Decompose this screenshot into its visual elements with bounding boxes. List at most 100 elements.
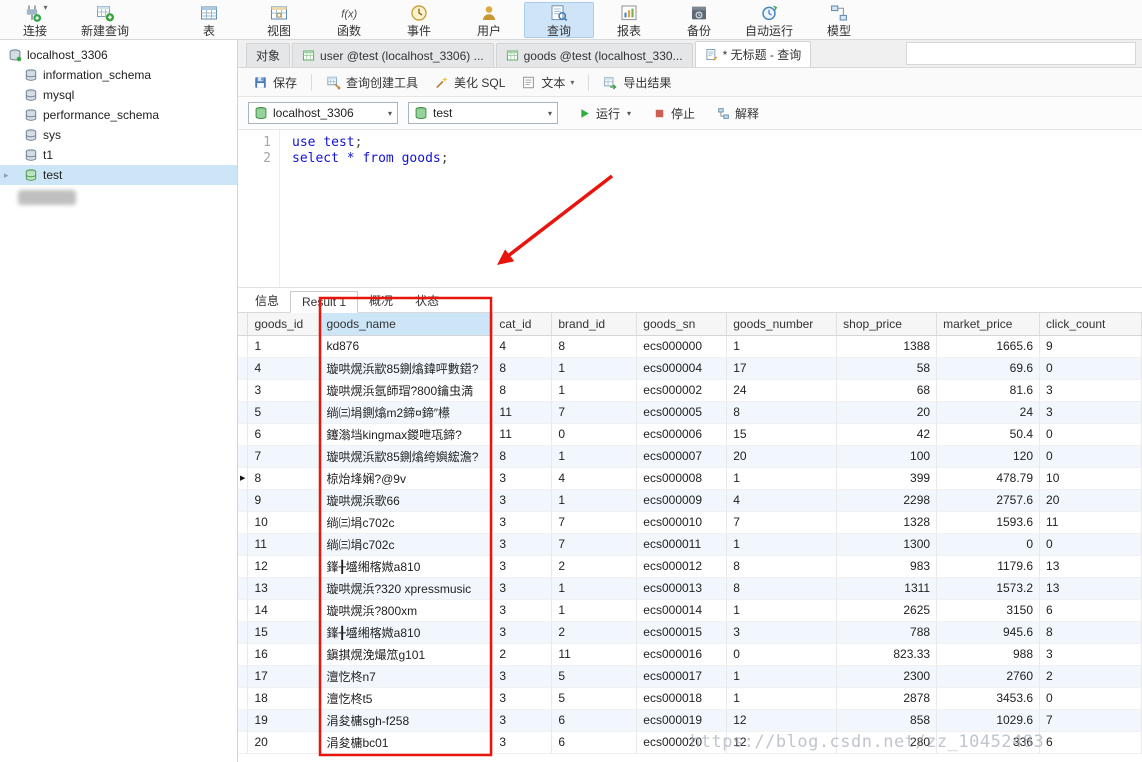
cell-goods_sn[interactable]: ecs000020 [636,731,728,754]
cell-market_price[interactable]: 988 [936,643,1041,666]
column-header-cat_id[interactable]: cat_id [492,313,553,336]
result-tab-profile[interactable]: 概况 [358,289,404,312]
cell-click_count[interactable]: 6 [1039,731,1142,754]
column-header-goods_number[interactable]: goods_number [726,313,838,336]
cell-cat_id[interactable]: 3 [492,665,553,688]
cell-goods_number[interactable]: 1 [726,467,838,490]
cell-cat_id[interactable]: 3 [492,621,553,644]
cell-goods_name[interactable]: 澶忔柊t5 [319,687,494,710]
cell-goods_name[interactable]: 璇哄熀浜歂85鍘熻绔嬩綋澹? [319,445,494,468]
cell-goods_id[interactable]: 12 [247,555,321,578]
result-tab-info[interactable]: 信息 [244,289,290,312]
cell-shop_price[interactable]: 823.33 [836,643,938,666]
toolbar-button-backup[interactable]: 备份 [664,2,734,38]
cell-goods_name[interactable]: 璇哄熀浜?800xm [319,599,494,622]
sql-editor[interactable]: 12 use test; select * from goods; [238,130,1142,288]
cell-shop_price[interactable]: 983 [836,555,938,578]
cell-market_price[interactable]: 2757.6 [936,489,1041,512]
toolbar-button-event[interactable]: 事件 [384,2,454,38]
cell-brand_id[interactable]: 5 [551,687,638,710]
cell-goods_number[interactable]: 15 [726,423,838,446]
cell-goods_id[interactable]: 9 [247,489,321,512]
cell-shop_price[interactable]: 280 [836,731,938,754]
cell-cat_id[interactable]: 3 [492,555,553,578]
cell-brand_id[interactable]: 2 [551,621,638,644]
cell-click_count[interactable]: 7 [1039,709,1142,732]
cell-goods_id[interactable]: 14 [247,599,321,622]
cell-goods_sn[interactable]: ecs000013 [636,577,728,600]
column-header-shop_price[interactable]: shop_price [836,313,938,336]
cell-goods_id[interactable]: 20 [247,731,321,754]
tree-item-performance-schema[interactable]: performance_schema [0,105,237,125]
toolbar-button-function[interactable]: f(x) 函数 [314,2,384,38]
cell-shop_price[interactable]: 2298 [836,489,938,512]
cell-market_price[interactable]: 0 [936,533,1041,556]
cell-shop_price[interactable]: 2878 [836,687,938,710]
cell-goods_name[interactable]: 鑳滃垱kingmax鍐呭瓨鍗? [319,423,494,446]
cell-brand_id[interactable]: 6 [551,731,638,754]
stop-button[interactable]: 停止 [647,102,701,125]
toolbar-button-model[interactable]: 模型 [804,2,874,38]
cell-goods_id[interactable]: 6 [247,423,321,446]
cell-cat_id[interactable]: 3 [492,511,553,534]
cell-market_price[interactable]: 120 [936,445,1041,468]
cell-brand_id[interactable]: 1 [551,489,638,512]
cell-goods_id[interactable]: 10 [247,511,321,534]
toolbar-button-automation[interactable]: 自动运行 [734,2,804,38]
cell-goods_number[interactable]: 1 [726,335,838,358]
cell-goods_number[interactable]: 1 [726,665,838,688]
cell-shop_price[interactable]: 42 [836,423,938,446]
cell-goods_id[interactable]: 4 [247,357,321,380]
cell-goods_name[interactable]: 澶忔柊n7 [319,665,494,688]
cell-click_count[interactable]: 3 [1039,379,1142,402]
cell-cat_id[interactable]: 3 [492,467,553,490]
cell-cat_id[interactable]: 3 [492,599,553,622]
beautify-sql-button[interactable]: 美化 SQL [427,71,512,94]
cell-goods_id[interactable]: 7 [247,445,321,468]
cell-click_count[interactable]: 0 [1039,423,1142,446]
cell-goods_number[interactable]: 20 [726,445,838,468]
cell-goods_number[interactable]: 8 [726,555,838,578]
cell-goods_number[interactable]: 4 [726,489,838,512]
expand-chevron-icon[interactable]: ▸ [4,170,9,181]
document-tab-table-user[interactable]: user @test (localhost_3306) ... [292,43,494,67]
cell-shop_price[interactable]: 399 [836,467,938,490]
run-button[interactable]: 运行 ▾ [572,102,637,125]
cell-brand_id[interactable]: 1 [551,599,638,622]
cell-brand_id[interactable]: 8 [551,335,638,358]
cell-goods_name[interactable]: 绱㈢埍c702c [319,533,494,556]
cell-goods_id[interactable]: 15 [247,621,321,644]
export-result-button[interactable]: 导出结果 [596,71,678,94]
cell-brand_id[interactable]: 7 [551,511,638,534]
column-header-goods_name[interactable]: goods_name [319,313,494,336]
cell-goods_name[interactable]: 椋炲埄娴?@9v [319,467,494,490]
cell-goods_sn[interactable]: ecs000009 [636,489,728,512]
toolbar-button-view[interactable]: 视图 [244,2,314,38]
cell-goods_id[interactable]: 5 [247,401,321,424]
cell-goods_id[interactable]: 18 [247,687,321,710]
cell-shop_price[interactable]: 58 [836,357,938,380]
cell-goods_number[interactable]: 0 [726,643,838,666]
cell-goods_id[interactable]: 1 [247,335,321,358]
cell-goods_sn[interactable]: ecs000018 [636,687,728,710]
cell-goods_number[interactable]: 12 [726,731,838,754]
document-tab-table-goods[interactable]: goods @test (localhost_330... [495,43,693,67]
cell-brand_id[interactable]: 1 [551,445,638,468]
cell-goods_sn[interactable]: ecs000017 [636,665,728,688]
cell-cat_id[interactable]: 11 [492,401,553,424]
cell-goods_id[interactable]: 3 [247,379,321,402]
column-header-brand_id[interactable]: brand_id [551,313,638,336]
cell-goods_sn[interactable]: ecs000000 [636,335,728,358]
document-tab-objects[interactable]: 对象 [246,43,291,67]
cell-goods_sn[interactable]: ecs000004 [636,357,728,380]
column-header-market_price[interactable]: market_price [936,313,1041,336]
cell-goods_name[interactable]: 璇哄熀浜歌66 [319,489,494,512]
cell-click_count[interactable]: 8 [1039,621,1142,644]
cell-goods_number[interactable]: 8 [726,401,838,424]
cell-goods_number[interactable]: 7 [726,511,838,534]
cell-click_count[interactable]: 0 [1039,357,1142,380]
cell-shop_price[interactable]: 1300 [836,533,938,556]
cell-click_count[interactable]: 0 [1039,445,1142,468]
cell-goods_name[interactable]: 涓夋槦bc01 [319,731,494,754]
toolbar-button-table[interactable]: 表 [174,2,244,38]
